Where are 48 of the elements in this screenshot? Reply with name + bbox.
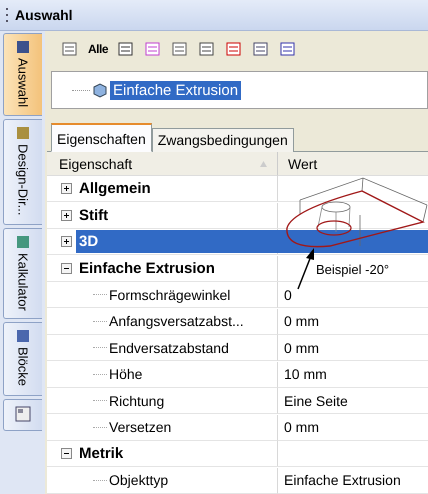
side-tab[interactable]: Blöcke: [3, 322, 42, 396]
grip-icon[interactable]: [6, 7, 9, 23]
toolbar-icon[interactable]: [171, 41, 190, 57]
expand-icon[interactable]: [61, 183, 72, 194]
column-header[interactable]: Wert: [288, 156, 318, 172]
annotation-label: Beispiel -20°: [316, 262, 390, 277]
side-tab[interactable]: [3, 398, 42, 431]
property-value[interactable]: 0 mm: [284, 419, 319, 436]
toolbar-icon[interactable]: [252, 41, 270, 57]
property-value[interactable]: 10 mm: [284, 366, 327, 382]
property-label: Endversatzabstand: [109, 340, 229, 356]
side-tab[interactable]: Kalkulator: [3, 228, 42, 320]
property-value[interactable]: 0 mm: [284, 313, 319, 330]
property-value[interactable]: Einfache Extrusion: [284, 472, 401, 488]
group-label[interactable]: Metrik: [76, 442, 126, 466]
property-value[interactable]: 0: [284, 286, 292, 303]
property-label: Versetzen: [109, 419, 172, 436]
side-tab[interactable]: Design-Dir...: [3, 119, 42, 225]
tab[interactable]: Zwangsbedingungen: [152, 128, 294, 152]
property-label: Richtung: [109, 392, 164, 409]
cube-icon: [92, 82, 108, 98]
toolbar-icon[interactable]: [61, 41, 79, 57]
collapse-icon[interactable]: [61, 262, 72, 274]
collapse-icon[interactable]: [61, 448, 72, 460]
property-label: Formschrägewinkel: [109, 286, 230, 303]
group-label[interactable]: Stift: [76, 204, 112, 227]
group-label[interactable]: Einfache Extrusion: [76, 256, 218, 280]
toolbar-icon[interactable]: [198, 41, 216, 57]
property-label: Objekttyp: [109, 472, 168, 488]
tab[interactable]: Eigenschaften: [51, 123, 152, 152]
window-title: Auswahl: [15, 7, 73, 23]
tree-item[interactable]: Einfache Extrusion: [110, 80, 242, 100]
group-label[interactable]: 3D: [76, 230, 428, 254]
property-label: Höhe: [109, 366, 142, 382]
sort-icon: [260, 160, 267, 166]
property-label: Anfangsversatzabst...: [109, 313, 244, 330]
toolbar-icon[interactable]: [225, 41, 244, 57]
panel-icon: [15, 406, 31, 422]
toolbar-icon[interactable]: [279, 41, 298, 57]
toolbar-icon[interactable]: [117, 41, 136, 57]
all-button[interactable]: Alle: [88, 42, 108, 56]
leader-arrow: [297, 248, 314, 290]
expand-icon[interactable]: [61, 210, 72, 221]
group-label[interactable]: Allgemein: [76, 177, 154, 200]
side-tab[interactable]: Auswahl: [3, 33, 42, 116]
property-value[interactable]: Eine Seite: [284, 392, 348, 409]
expand-icon[interactable]: [61, 236, 72, 248]
property-value[interactable]: 0 mm: [284, 340, 319, 356]
